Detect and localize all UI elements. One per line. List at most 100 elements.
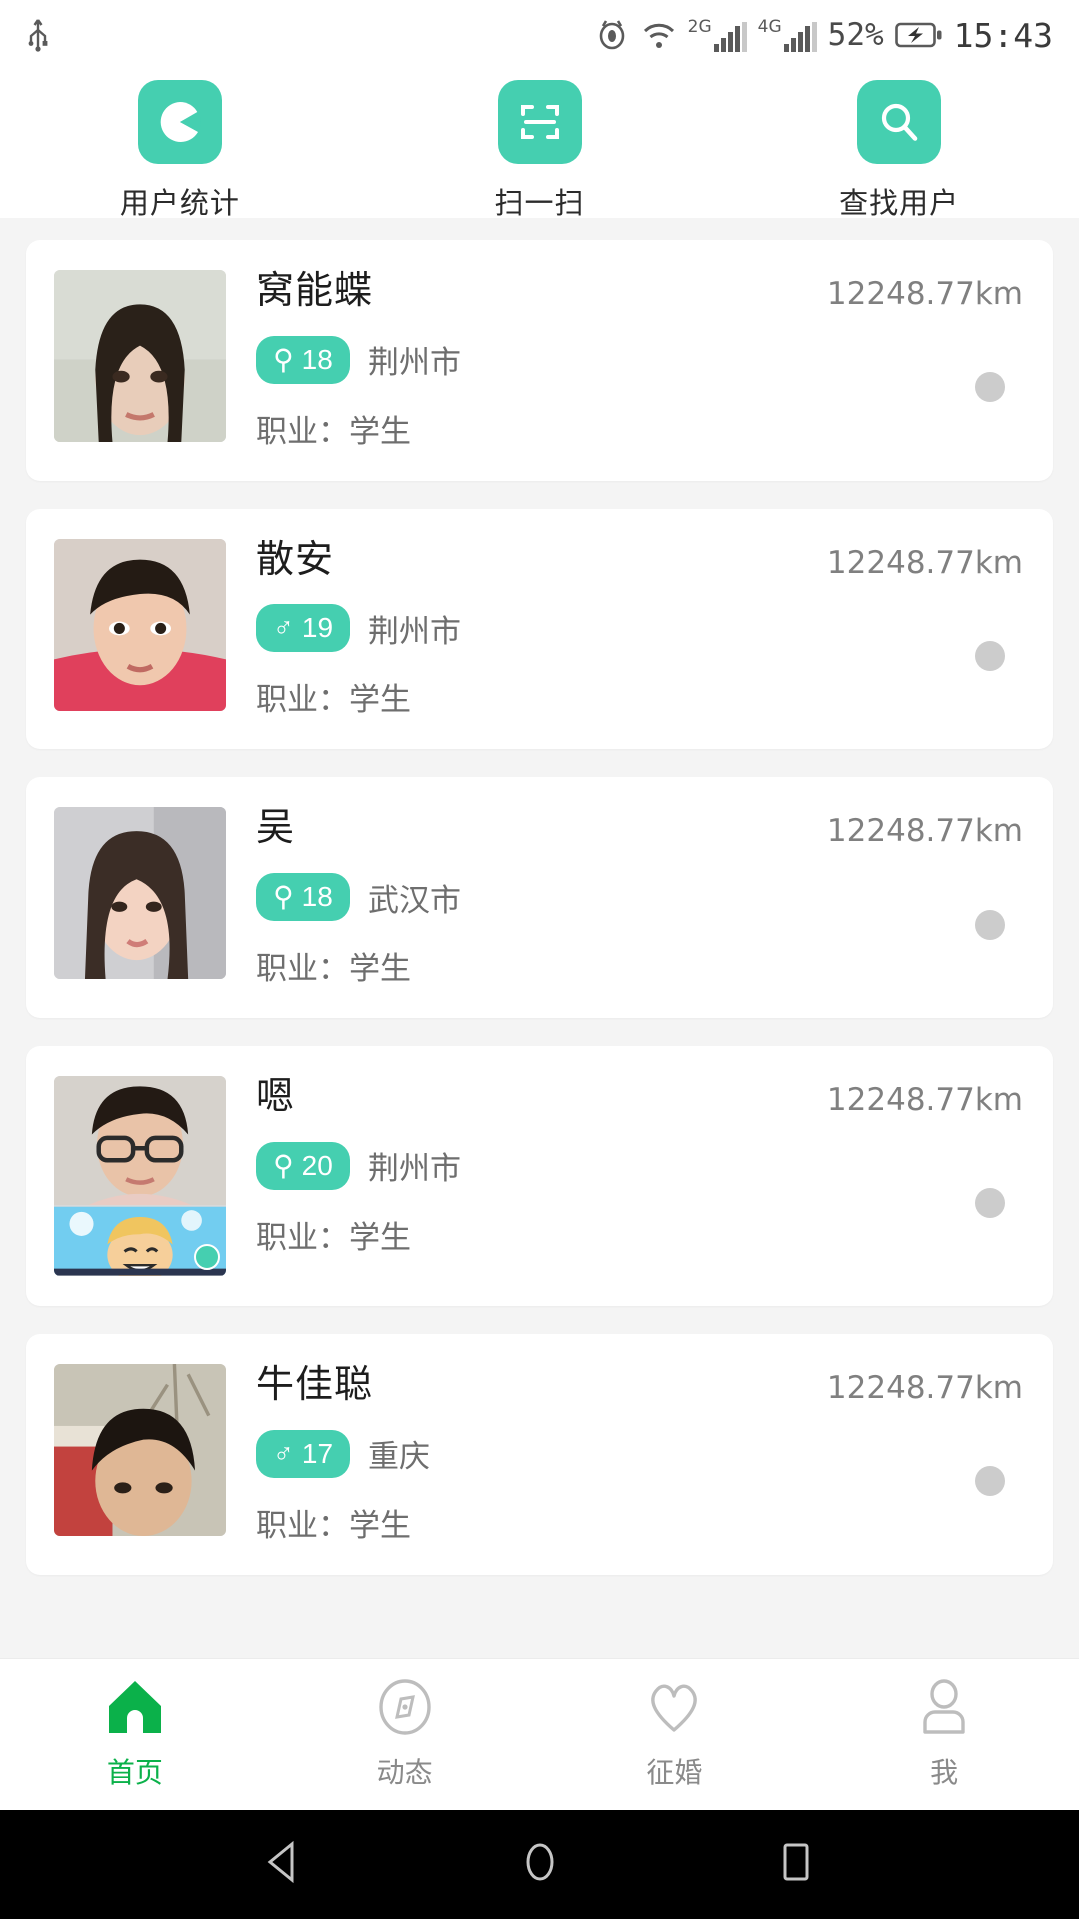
quick-action-label: 扫一扫 (494, 188, 585, 220)
tab-label: 我 (930, 1757, 959, 1788)
user-age: 20 (301, 1149, 333, 1181)
signal-bars-2 (783, 21, 817, 52)
user-occupation: 职业：学生 (256, 682, 411, 718)
user-name: 牛佳聪 (256, 1364, 374, 1407)
user-name: 窝能蝶 (256, 270, 374, 312)
user-card[interactable]: 散安 12248.77km ♂ 19 荆州市 职业：学生 (26, 508, 1053, 750)
quick-action-label: 用户统计 (119, 188, 240, 220)
user-info: 牛佳聪 12248.77km ♂ 17 重庆 职业：学生 (226, 1364, 1023, 1545)
user-name-row: 散安 12248.77km (256, 539, 1023, 583)
gender-age-badge: ♂ 17 (256, 1429, 350, 1478)
user-distance: 12248.77km (826, 1370, 1023, 1407)
user-meta-row: ⚲ 20 荆州市 (256, 1141, 1023, 1190)
user-meta-row: ⚲ 18 荆州市 (256, 335, 1023, 384)
gender-age-badge: ♂ 19 (256, 604, 350, 653)
battery-charging-icon (894, 21, 943, 49)
person-icon (913, 1678, 975, 1741)
user-distance: 12248.77km (826, 813, 1023, 850)
user-occupation: 职业：学生 (256, 951, 411, 987)
gender-male-icon: ♂ (272, 1437, 294, 1469)
user-card[interactable]: 牛佳聪 12248.77km ♂ 17 重庆 职业：学生 (26, 1334, 1053, 1575)
user-info: 窝能蝶 12248.77km ⚲ 18 荆州市 职业：学生 (226, 270, 1023, 451)
gender-age-badge: ⚲ 18 (256, 335, 350, 384)
status-bar-left (26, 18, 50, 52)
gender-male-icon: ♂ (272, 612, 294, 644)
user-age: 18 (301, 881, 333, 913)
user-name: 散安 (256, 538, 335, 581)
user-distance: 12248.77km (826, 544, 1023, 581)
user-city: 荆州市 (368, 345, 461, 381)
tab-marriage[interactable]: 征婚 (540, 1678, 810, 1791)
net-4g-label: 4G (757, 16, 782, 37)
user-name: 吴 (256, 807, 296, 850)
user-name: 嗯 (256, 1076, 296, 1119)
quick-action-bar: 用户统计 扫一扫 查找用户 (0, 70, 1079, 220)
user-meta-row: ⚲ 18 武汉市 (256, 873, 1023, 922)
user-meta-row: ♂ 19 荆州市 (256, 604, 1023, 653)
user-meta-row: ♂ 17 重庆 (256, 1429, 1023, 1478)
home-circle-icon[interactable] (518, 1839, 562, 1890)
photo-count-badge (194, 1244, 220, 1271)
avatar[interactable] (54, 538, 226, 711)
quick-action-scan[interactable]: 扫一扫 (360, 80, 720, 222)
pie-chart-icon (137, 80, 222, 164)
user-age: 19 (301, 612, 334, 644)
tab-profile[interactable]: 我 (809, 1678, 1079, 1791)
eye-care-icon (594, 20, 630, 50)
gender-female-icon: ⚲ (273, 343, 294, 375)
gender-age-badge: ⚲ 18 (256, 873, 350, 922)
user-name-row: 吴 12248.77km (256, 807, 1023, 851)
quick-action-user-stats[interactable]: 用户统计 (0, 80, 360, 222)
status-bar: 2G 4G 52% 15:43 (0, 0, 1079, 70)
user-name-row: 牛佳聪 12248.77km (256, 1364, 1023, 1408)
wifi-icon (641, 20, 677, 50)
tab-moments[interactable]: 动态 (270, 1678, 540, 1791)
avatar[interactable] (54, 1076, 226, 1277)
status-bar-clock: 15:43 (953, 15, 1053, 55)
user-card[interactable]: 窝能蝶 12248.77km ⚲ 18 荆州市 职业：学生 (26, 240, 1053, 481)
user-info: 散安 12248.77km ♂ 19 荆州市 职业：学生 (226, 539, 1023, 720)
tab-label: 征婚 (646, 1757, 703, 1788)
user-city: 荆州市 (368, 613, 461, 649)
recents-square-icon[interactable] (774, 1839, 818, 1890)
scan-qr-icon (497, 80, 582, 164)
user-name-row: 嗯 12248.77km (256, 1076, 1023, 1120)
user-age: 18 (301, 343, 333, 375)
user-list[interactable]: 窝能蝶 12248.77km ⚲ 18 荆州市 职业：学生 散安 12248.7… (0, 240, 1079, 1733)
user-name-row: 窝能蝶 12248.77km (256, 270, 1023, 314)
quick-action-label: 查找用户 (839, 188, 960, 220)
tab-label: 首页 (106, 1757, 163, 1788)
status-bar-right: 2G 4G 52% 15:43 (594, 16, 1053, 55)
user-card[interactable]: 吴 12248.77km ⚲ 18 武汉市 职业：学生 (26, 777, 1053, 1019)
user-city: 重庆 (368, 1439, 430, 1475)
gender-female-icon: ⚲ (273, 1149, 294, 1181)
user-info: 嗯 12248.77km ⚲ 20 荆州市 职业：学生 (226, 1076, 1023, 1276)
android-navigation-bar (0, 1810, 1079, 1919)
user-occupation: 职业：学生 (256, 1507, 411, 1543)
network-2g-indicator: 2G (687, 16, 747, 52)
status-badge (975, 641, 1005, 672)
signal-bars-1 (713, 21, 747, 52)
back-triangle-icon[interactable] (262, 1839, 306, 1890)
app-screen: 2G 4G 52% 15:43 用户统计 扫一扫 查找用户 窝能蝶 12248.… (0, 0, 1079, 1919)
compass-icon (374, 1678, 436, 1741)
user-card[interactable]: 嗯 12248.77km ⚲ 20 荆州市 职业：学生 (26, 1046, 1053, 1307)
tab-home[interactable]: 首页 (0, 1678, 270, 1791)
status-badge (975, 1188, 1005, 1219)
avatar[interactable] (54, 1364, 226, 1537)
user-city: 荆州市 (368, 1151, 461, 1187)
gender-female-icon: ⚲ (273, 881, 294, 913)
avatar[interactable] (54, 270, 226, 442)
status-badge (975, 909, 1005, 940)
user-distance: 12248.77km (826, 1082, 1023, 1119)
gender-age-badge: ⚲ 20 (256, 1141, 350, 1190)
battery-percent-label: 52% (827, 17, 884, 53)
avatar[interactable] (54, 807, 226, 980)
heart-icon (643, 1678, 705, 1741)
user-info: 吴 12248.77km ⚲ 18 武汉市 职业：学生 (226, 807, 1023, 988)
quick-action-find-user[interactable]: 查找用户 (719, 80, 1079, 222)
user-city: 武汉市 (368, 882, 461, 918)
user-occupation: 职业：学生 (256, 413, 411, 449)
net-2g-label: 2G (687, 16, 712, 37)
user-distance: 12248.77km (826, 276, 1023, 312)
